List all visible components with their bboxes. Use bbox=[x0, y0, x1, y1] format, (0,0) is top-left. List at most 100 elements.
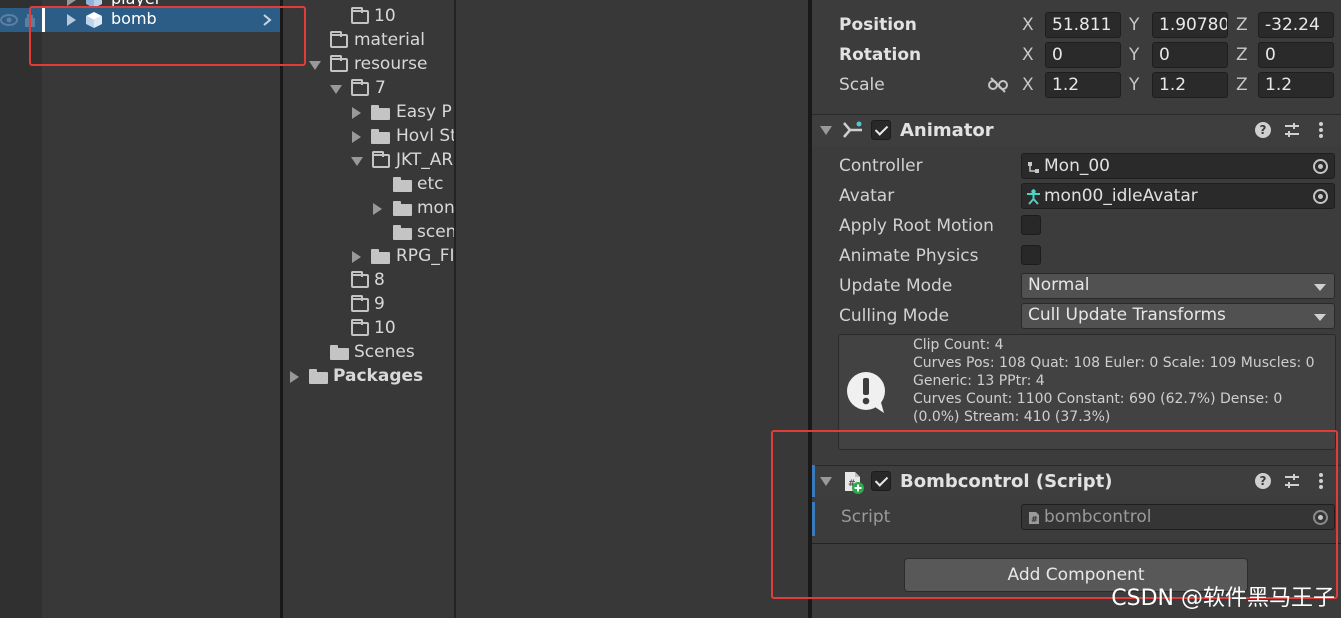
info-icon bbox=[847, 372, 885, 413]
folder-icon bbox=[393, 201, 412, 216]
component-title: Animator bbox=[900, 120, 994, 141]
project-item-label: Hovl St bbox=[396, 126, 454, 146]
culling-mode-dropdown[interactable]: Cull Update Transforms bbox=[1021, 303, 1335, 329]
project-item-label: 9 bbox=[374, 294, 385, 314]
position-label: Position bbox=[839, 15, 917, 35]
avatar-field[interactable]: mon00_idleAvatar bbox=[1021, 183, 1335, 209]
culling-mode-label: Culling Mode bbox=[839, 306, 950, 326]
project-item-label: 10 bbox=[374, 6, 396, 26]
constrain-proportions-icon[interactable] bbox=[988, 77, 1008, 93]
foldout-arrow-icon[interactable] bbox=[290, 371, 299, 383]
axis-z-label[interactable]: Z bbox=[1236, 45, 1248, 65]
folder-icon bbox=[371, 105, 390, 120]
hierarchy-panel bbox=[0, 0, 280, 618]
project-item-label: 8 bbox=[374, 270, 385, 290]
foldout-arrow-icon[interactable] bbox=[352, 131, 361, 143]
object-picker-icon[interactable] bbox=[1313, 189, 1328, 204]
project-item-label: RPG_FI bbox=[396, 246, 454, 266]
animator-icon bbox=[843, 121, 862, 138]
foldout-arrow-icon[interactable] bbox=[352, 107, 361, 119]
position-x-field[interactable]: 51.811 bbox=[1045, 12, 1121, 38]
info-text-line: Curves Pos: 108 Quat: 108 Euler: 0 Scale… bbox=[913, 355, 1315, 371]
axis-z-label[interactable]: Z bbox=[1236, 15, 1248, 35]
empty-folder-icon bbox=[372, 151, 390, 168]
controller-field[interactable]: Mon_00 bbox=[1021, 153, 1335, 179]
project-item-label: Easy P bbox=[396, 102, 452, 122]
update-mode-dropdown[interactable]: Normal bbox=[1021, 273, 1335, 299]
help-icon[interactable]: ? bbox=[1255, 122, 1271, 138]
axis-x-label[interactable]: X bbox=[1022, 15, 1034, 35]
foldout-arrow-icon[interactable] bbox=[309, 61, 321, 70]
info-text-line: Clip Count: 4 bbox=[913, 337, 1004, 353]
avatar-value: mon00_idleAvatar bbox=[1044, 186, 1198, 206]
project-item-label: material bbox=[354, 30, 425, 50]
empty-folder-icon bbox=[330, 31, 348, 48]
project-item-label: Packages bbox=[333, 366, 424, 386]
folder-icon bbox=[371, 129, 390, 144]
hierarchy-gutter bbox=[0, 0, 42, 618]
empty-folder-icon bbox=[351, 7, 369, 24]
highlight-box-inspector bbox=[771, 430, 1338, 599]
axis-y-label[interactable]: Y bbox=[1129, 75, 1139, 95]
folder-icon bbox=[309, 369, 328, 384]
project-folder-tree: 10 material resourse 7 Easy P Hovl St JK… bbox=[283, 0, 454, 618]
visibility-eye-icon[interactable] bbox=[0, 13, 18, 27]
foldout-arrow-icon[interactable] bbox=[351, 157, 363, 166]
empty-folder-icon bbox=[330, 55, 348, 72]
project-item-label: etc bbox=[417, 174, 444, 194]
info-text-line: Generic: 13 PPtr: 4 bbox=[913, 373, 1045, 389]
folder-icon bbox=[393, 177, 412, 192]
rotation-y-field[interactable]: 0 bbox=[1152, 42, 1228, 68]
axis-x-label[interactable]: X bbox=[1022, 75, 1034, 95]
animate-physics-checkbox[interactable] bbox=[1021, 245, 1041, 265]
info-text-line: Curves Count: 1100 Constant: 690 (62.7%)… bbox=[913, 391, 1283, 407]
empty-folder-icon bbox=[351, 79, 369, 96]
project-assets-pane bbox=[456, 0, 808, 618]
avatar-label: Avatar bbox=[839, 186, 895, 206]
folder-icon bbox=[393, 225, 412, 240]
info-text-line: (0.0%) Stream: 410 (37.3%) bbox=[913, 409, 1111, 425]
folder-icon bbox=[371, 249, 390, 264]
axis-x-label[interactable]: X bbox=[1022, 45, 1034, 65]
project-item-label: JKT_AR bbox=[396, 150, 454, 170]
folder-icon bbox=[330, 345, 349, 360]
highlight-box-hierarchy bbox=[29, 6, 306, 66]
rotation-z-field[interactable]: 0 bbox=[1258, 42, 1334, 68]
update-mode-label: Update Mode bbox=[839, 276, 953, 296]
foldout-arrow-icon[interactable] bbox=[330, 85, 342, 94]
empty-folder-icon bbox=[351, 319, 369, 336]
controller-label: Controller bbox=[839, 156, 923, 176]
empty-folder-icon bbox=[351, 271, 369, 288]
object-picker-icon[interactable] bbox=[1313, 159, 1328, 174]
animator-enabled-checkbox[interactable] bbox=[871, 120, 891, 140]
position-z-field[interactable]: -32.24 bbox=[1258, 12, 1334, 38]
position-y-field[interactable]: 1.90780 bbox=[1152, 12, 1228, 38]
watermark: CSDN @软件黑马王子 bbox=[1111, 586, 1335, 611]
controller-value: Mon_00 bbox=[1044, 156, 1110, 176]
scale-z-field[interactable]: 1.2 bbox=[1258, 72, 1334, 98]
foldout-arrow-icon[interactable] bbox=[820, 126, 832, 135]
apply-root-motion-label: Apply Root Motion bbox=[839, 216, 994, 236]
animator-controller-icon bbox=[1028, 162, 1039, 173]
project-item-label: mon bbox=[417, 198, 454, 218]
scale-y-field[interactable]: 1.2 bbox=[1152, 72, 1228, 98]
project-item-label: scen bbox=[417, 222, 454, 242]
project-item-label: 7 bbox=[375, 78, 386, 98]
scale-label: Scale bbox=[839, 75, 885, 95]
foldout-arrow-icon[interactable] bbox=[352, 251, 361, 263]
animate-physics-label: Animate Physics bbox=[839, 246, 979, 266]
project-item-label: Scenes bbox=[354, 342, 415, 362]
apply-root-motion-checkbox[interactable] bbox=[1021, 215, 1041, 235]
axis-y-label[interactable]: Y bbox=[1129, 15, 1139, 35]
project-item-label: resourse bbox=[354, 54, 428, 74]
axis-y-label[interactable]: Y bbox=[1129, 45, 1139, 65]
rotation-label: Rotation bbox=[839, 45, 922, 65]
empty-folder-icon bbox=[351, 295, 369, 312]
axis-z-label[interactable]: Z bbox=[1236, 75, 1248, 95]
project-item-label: 10 bbox=[374, 318, 396, 338]
scale-x-field[interactable]: 1.2 bbox=[1045, 72, 1121, 98]
rotation-x-field[interactable]: 0 bbox=[1045, 42, 1121, 68]
kebab-menu-icon[interactable] bbox=[1318, 121, 1324, 139]
foldout-arrow-icon[interactable] bbox=[373, 203, 382, 215]
presets-icon[interactable] bbox=[1284, 121, 1300, 139]
